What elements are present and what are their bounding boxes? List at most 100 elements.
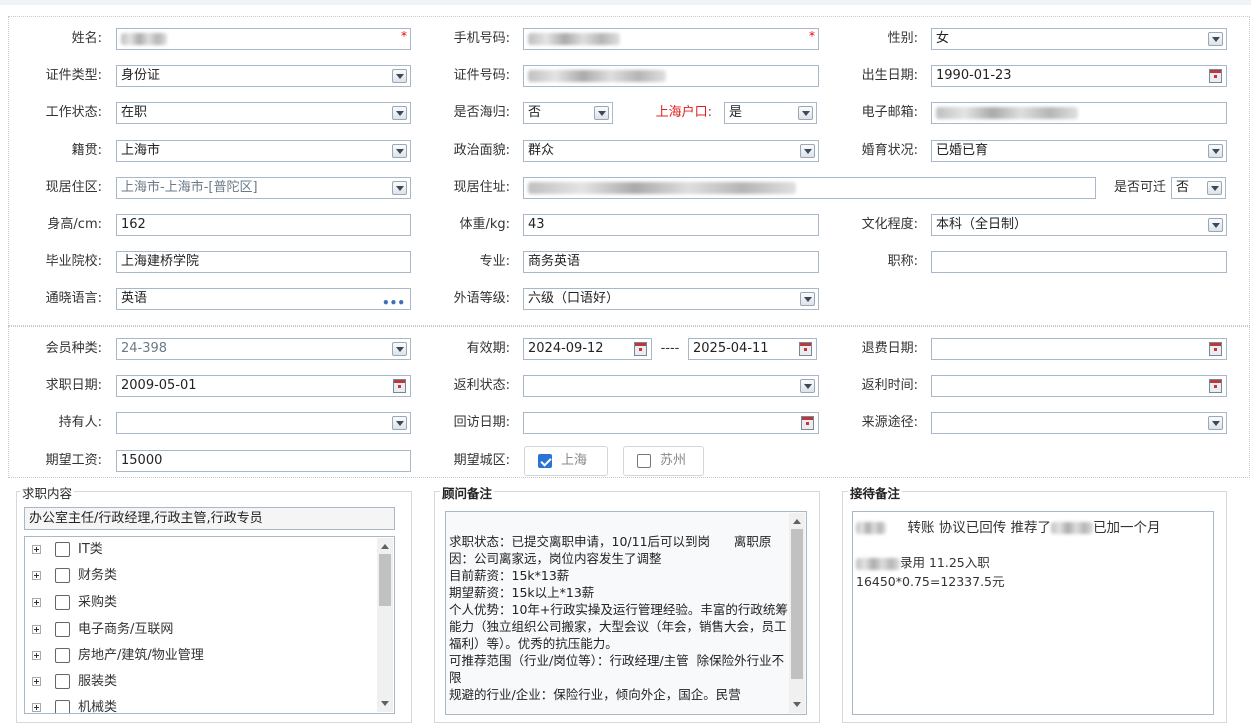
- tree-scrollbar[interactable]: [377, 538, 393, 712]
- chevron-down-icon[interactable]: [800, 144, 815, 158]
- phone-label: 手机号码:: [453, 31, 510, 46]
- birth-date-input[interactable]: 1990-01-23: [931, 65, 1227, 87]
- checkbox-unchecked-icon[interactable]: [637, 454, 651, 468]
- name-input[interactable]: *: [116, 28, 411, 50]
- native-place-select[interactable]: 上海市: [116, 140, 411, 162]
- expand-icon[interactable]: [32, 625, 41, 634]
- calendar-icon[interactable]: [801, 416, 814, 430]
- expand-icon[interactable]: [32, 571, 41, 580]
- member-type-select[interactable]: 24-398: [116, 338, 411, 360]
- job-category-tree[interactable]: IT类 财务类 采购类 电子商务/互联网 房地产/建筑/物业管理 服装类 机械类: [24, 536, 395, 714]
- reception-note-title: 接待备注: [848, 483, 903, 502]
- job-search-date-input[interactable]: 2009-05-01: [116, 375, 411, 397]
- chevron-down-icon[interactable]: [1208, 218, 1223, 232]
- reception-note-line2: 录用 11.25入职: [856, 552, 990, 571]
- calendar-icon[interactable]: [634, 342, 647, 356]
- calendar-icon[interactable]: [1209, 69, 1222, 83]
- language-level-select[interactable]: 六级（口语好）: [523, 288, 819, 310]
- visit-date-input[interactable]: [523, 412, 819, 434]
- rebate-status-select[interactable]: [523, 375, 819, 397]
- expected-salary-input[interactable]: 15000: [116, 450, 411, 472]
- scroll-up-icon[interactable]: [793, 519, 801, 524]
- required-marker: *: [401, 29, 407, 43]
- checkbox-icon[interactable]: [55, 568, 70, 583]
- email-input[interactable]: [931, 102, 1227, 124]
- refund-date-input[interactable]: [931, 338, 1227, 360]
- residence-area-select[interactable]: 上海市-上海市-[普陀区]: [116, 177, 411, 199]
- major-label: 专业:: [479, 254, 510, 269]
- chevron-down-icon[interactable]: [1207, 181, 1222, 195]
- chevron-down-icon[interactable]: [800, 379, 815, 393]
- checkbox-icon[interactable]: [55, 622, 70, 637]
- education-select[interactable]: 本科（全日制）: [931, 214, 1227, 236]
- id-type-select[interactable]: 身份证: [116, 65, 411, 87]
- calendar-icon[interactable]: [1209, 342, 1222, 356]
- source-select[interactable]: [931, 412, 1227, 434]
- city-option-shanghai[interactable]: 上海: [524, 446, 608, 476]
- work-status-label: 工作状态:: [45, 105, 102, 120]
- job-content-summary[interactable]: 办公室主任/行政经理,行政主管,行政专员: [24, 507, 395, 530]
- city-option-suzhou[interactable]: 苏州: [623, 446, 704, 476]
- checkbox-icon[interactable]: [55, 648, 70, 663]
- checkbox-checked-icon[interactable]: [538, 454, 552, 468]
- shanghai-hukou-label: 上海户口:: [655, 105, 712, 120]
- expand-icon[interactable]: [32, 651, 41, 660]
- checkbox-icon[interactable]: [55, 674, 70, 689]
- expand-icon[interactable]: [32, 598, 41, 607]
- gender-select[interactable]: 女: [931, 28, 1227, 50]
- chevron-down-icon[interactable]: [392, 342, 407, 356]
- relocatable-select[interactable]: 否: [1171, 177, 1226, 199]
- major-input[interactable]: 商务英语: [523, 251, 819, 273]
- chevron-down-icon[interactable]: [800, 292, 815, 306]
- consultant-note-textarea[interactable]: 求职状态：已提交离职申请，10/11后可以到岗 离职原因：公司离家远，岗位内容发…: [445, 511, 807, 715]
- checkbox-icon[interactable]: [55, 700, 70, 713]
- expand-icon[interactable]: [32, 545, 41, 554]
- chevron-down-icon[interactable]: [1208, 144, 1223, 158]
- calendar-icon[interactable]: [393, 379, 406, 393]
- chevron-down-icon[interactable]: [392, 144, 407, 158]
- scroll-thumb[interactable]: [379, 554, 391, 606]
- consultant-note-text: 求职状态：已提交离职申请，10/11后可以到岗 离职原因：公司离家远，岗位内容发…: [449, 534, 788, 702]
- political-select[interactable]: 群众: [523, 140, 819, 162]
- education-label: 文化程度:: [861, 217, 918, 232]
- calendar-icon[interactable]: [1209, 379, 1222, 393]
- holder-select[interactable]: [116, 412, 411, 434]
- scroll-down-icon[interactable]: [381, 701, 389, 706]
- weight-input[interactable]: 43: [523, 214, 819, 236]
- work-status-select[interactable]: 在职: [116, 102, 411, 124]
- checkbox-icon[interactable]: [55, 542, 70, 557]
- calendar-icon[interactable]: [799, 342, 812, 356]
- reception-note-textarea[interactable]: 转账 协议已回传 推荐了 已加一个月 录用 11.25入职 16450*0.75=…: [852, 511, 1214, 715]
- expand-icon[interactable]: [32, 703, 41, 712]
- checkbox-icon[interactable]: [55, 595, 70, 610]
- rebate-time-input[interactable]: [931, 375, 1227, 397]
- more-icon[interactable]: •••: [382, 293, 405, 309]
- chevron-down-icon[interactable]: [798, 106, 813, 120]
- returnee-select[interactable]: 否: [523, 102, 613, 124]
- chevron-down-icon[interactable]: [1208, 32, 1223, 46]
- chevron-down-icon[interactable]: [392, 106, 407, 120]
- note-scrollbar[interactable]: [789, 513, 805, 713]
- school-input[interactable]: 上海建桥学院: [116, 251, 411, 273]
- chevron-down-icon[interactable]: [1208, 416, 1223, 430]
- chevron-down-icon[interactable]: [594, 106, 609, 120]
- residence-address-input[interactable]: [523, 177, 1096, 199]
- scroll-up-icon[interactable]: [381, 544, 389, 549]
- expand-icon[interactable]: [32, 677, 41, 686]
- title-input[interactable]: [931, 251, 1227, 273]
- chevron-down-icon[interactable]: [392, 416, 407, 430]
- refund-date-label: 退费日期:: [861, 341, 918, 356]
- id-number-input[interactable]: [523, 65, 819, 87]
- chevron-down-icon[interactable]: [392, 69, 407, 83]
- validity-end-input[interactable]: 2025-04-11: [688, 338, 817, 360]
- phone-input[interactable]: *: [523, 28, 819, 50]
- marital-select[interactable]: 已婚已育: [931, 140, 1227, 162]
- languages-input[interactable]: 英语 •••: [116, 288, 411, 310]
- shanghai-hukou-select[interactable]: 是: [724, 102, 817, 124]
- source-label: 来源途径:: [861, 415, 918, 430]
- chevron-down-icon[interactable]: [392, 181, 407, 195]
- height-input[interactable]: 162: [116, 214, 411, 236]
- validity-start-input[interactable]: 2024-09-12: [523, 338, 652, 360]
- scroll-thumb[interactable]: [791, 529, 803, 679]
- scroll-down-icon[interactable]: [793, 702, 801, 707]
